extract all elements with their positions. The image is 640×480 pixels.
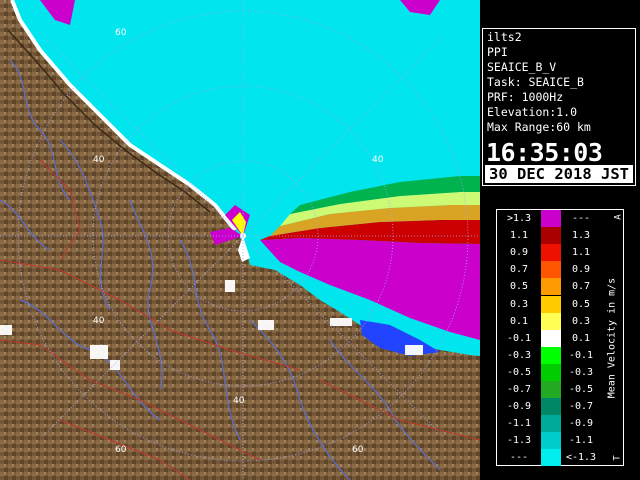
legend-row: 0.5 0.7 [497,278,623,296]
legend-upper-bound: -0.1 [568,349,594,361]
legend-row: --- <-1.3 [497,449,623,467]
legend-row: -0.9 -0.7 [497,398,623,416]
legend-lower-bound: -0.5 [506,366,532,378]
legend-row: -0.1 0.1 [497,329,623,347]
legend-upper-bound: -1.1 [568,435,594,447]
info-panel: ilts2 PPI SEAICE_B_V Task: SEAICE_B PRF:… [480,0,640,480]
legend-color-swatch [541,449,561,467]
legend-lower-bound: 0.1 [509,315,529,327]
legend-color-swatch [541,244,561,262]
legend-upper-bound: -0.3 [568,366,594,378]
legend-row: 1.1 1.3 [497,227,623,245]
range-label: 40 [93,155,105,165]
legend-lower-bound: 0.5 [509,281,529,293]
legend-row: -1.3 -1.1 [497,432,623,450]
legend-row: -1.1 -0.9 [497,415,623,433]
date-bar: 30 DEC 2018 JST [485,165,633,183]
radar-name: ilts2 [487,30,522,44]
task-name: Task: SEAICE_B [487,75,584,89]
range-label: 60 [352,445,364,455]
legend-lower-bound: >1.3 [506,213,532,224]
legend-upper-bound: 0.7 [571,281,591,293]
legend-upper-bound: 0.3 [571,315,591,327]
legend-row: -0.3 -0.1 [497,346,623,364]
prf-value: PRF: 1000Hz [487,90,564,104]
legend-color-swatch [541,381,561,399]
range-label: 40 [372,155,384,165]
legend-lower-bound: -1.1 [506,418,532,430]
scan-date: 30 DEC 2018 JST [489,165,629,183]
legend-upper-bound: -0.5 [568,384,594,395]
legend-lower-bound: 0.9 [509,247,529,259]
legend-lower-bound: -0.9 [506,401,532,413]
legend-row: 0.9 1.1 [497,244,623,262]
legend-upper-bound: 1.3 [571,230,591,242]
legend-lower-bound: --- [509,452,529,464]
legend-lower-bound: -0.3 [506,349,532,361]
legend-color-swatch [541,329,561,347]
legend-color-swatch [541,398,561,416]
product-name: SEAICE_B_V [487,60,557,74]
max-range-value: Max Range:60 km [487,120,591,134]
legend-row: 0.1 0.3 [497,312,623,330]
legend-color-swatch [541,210,561,228]
legend-color-swatch [541,415,561,433]
legend-lower-bound: -0.1 [506,332,532,344]
legend-color-swatch [541,346,561,364]
legend-upper-bound: 0.9 [571,264,591,276]
legend-row: -0.5 -0.3 [497,363,623,381]
legend-upper-bound: 0.5 [571,298,591,310]
legend-color-swatch [541,432,561,450]
range-label: 60 [115,28,127,38]
legend-lower-bound: 1.1 [509,230,529,242]
legend-upper-bound: -0.9 [568,418,594,430]
display-mode: PPI [487,45,508,59]
legend-row: >1.3 --- [497,210,623,228]
legend-lower-bound: -0.7 [506,384,532,395]
legend-row: -0.7 -0.5 [497,381,623,399]
range-label: 60 [115,445,127,455]
legend-color-swatch [541,261,561,279]
legend-upper-bound: 1.1 [571,247,591,259]
legend-color-swatch [541,363,561,381]
radar-ppi-display: 60 40 40 40 40 60 60 [0,0,480,480]
legend-upper-bound: --- [571,213,591,224]
radar-info-box: ilts2 PPI SEAICE_B_V Task: SEAICE_B PRF:… [482,28,636,186]
elevation-value: Elevation:1.0 [487,105,578,119]
scan-time: 16:35:03 [486,138,603,167]
range-label: 40 [93,316,105,326]
legend-color-swatch [541,312,561,330]
legend-color-swatch [541,295,561,313]
legend-upper-bound: <-1.3 [565,452,597,464]
legend-row: 0.3 0.5 [497,295,623,313]
legend-lower-bound: 0.7 [509,264,529,276]
legend-lower-bound: 0.3 [509,298,529,310]
velocity-legend: A Mean Velocity in m/s T >1.3 --- 1.1 1.3 0.… [496,209,624,467]
range-label: 40 [233,396,245,406]
legend-upper-bound: 0.1 [571,332,591,344]
legend-lower-bound: -1.3 [506,435,532,447]
legend-color-swatch [541,278,561,296]
legend-row: 0.7 0.9 [497,261,623,279]
legend-color-swatch [541,227,561,245]
legend-upper-bound: -0.7 [568,401,594,413]
